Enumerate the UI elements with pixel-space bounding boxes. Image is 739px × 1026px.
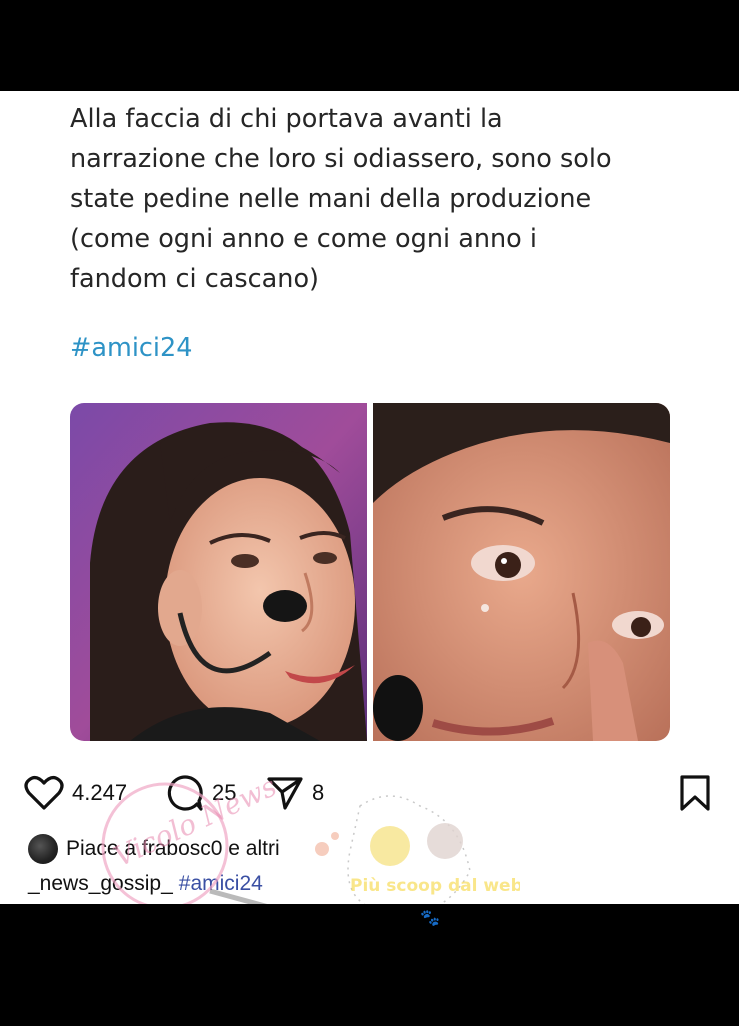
post-card: Alla faccia di chi portava avanti la nar… [0,91,739,904]
comment-icon[interactable] [166,774,204,812]
tweet-line: state pedine nelle mani della produzione [70,184,592,214]
tweet-line: Alla faccia di chi portava avanti la [70,104,503,134]
shares-count: 8 [312,780,325,805]
caption: _news_gossip_ #amici24 [28,872,263,896]
tweet-line: (come ogni anno e come ogni anno i [70,224,537,254]
photo-collage[interactable] [70,403,670,741]
paw-icon: 🐾 [420,910,440,927]
caption-hashtag[interactable]: #amici24 [179,872,263,895]
liked-by-text: Piace a frabosc0 e altri [66,837,280,860]
tweet-line: narrazione che loro si odiassero, sono s… [70,144,612,174]
avatar[interactable] [28,834,58,864]
like-action[interactable]: 4.247 [24,767,127,819]
caption-username[interactable]: _news_gossip_ [28,872,173,895]
watermark-text-right: Più scoop dal web [350,876,520,896]
tweet-hashtag[interactable]: #amici24 [70,333,192,363]
bottom-black-bar: 🐾 [0,904,739,1026]
liked-by-row[interactable]: Piace a frabosc0 e altri [28,834,280,864]
top-black-bar [0,0,739,91]
action-bar: 4.247 25 8 [0,767,739,819]
tweet-text: Alla faccia di chi portava avanti la nar… [70,99,680,299]
photo-left-smiling-woman [70,403,367,741]
tweet-line: fandom ci cascano) [70,264,319,294]
bookmark-icon[interactable] [679,775,711,811]
likes-count: 4.247 [72,780,128,805]
share-icon[interactable] [266,775,304,811]
share-action[interactable]: 8 [266,767,324,819]
comment-action[interactable]: 25 [166,767,236,819]
heart-icon[interactable] [24,775,64,811]
comments-count: 25 [212,780,237,805]
photo-right-crying-woman [373,403,670,741]
